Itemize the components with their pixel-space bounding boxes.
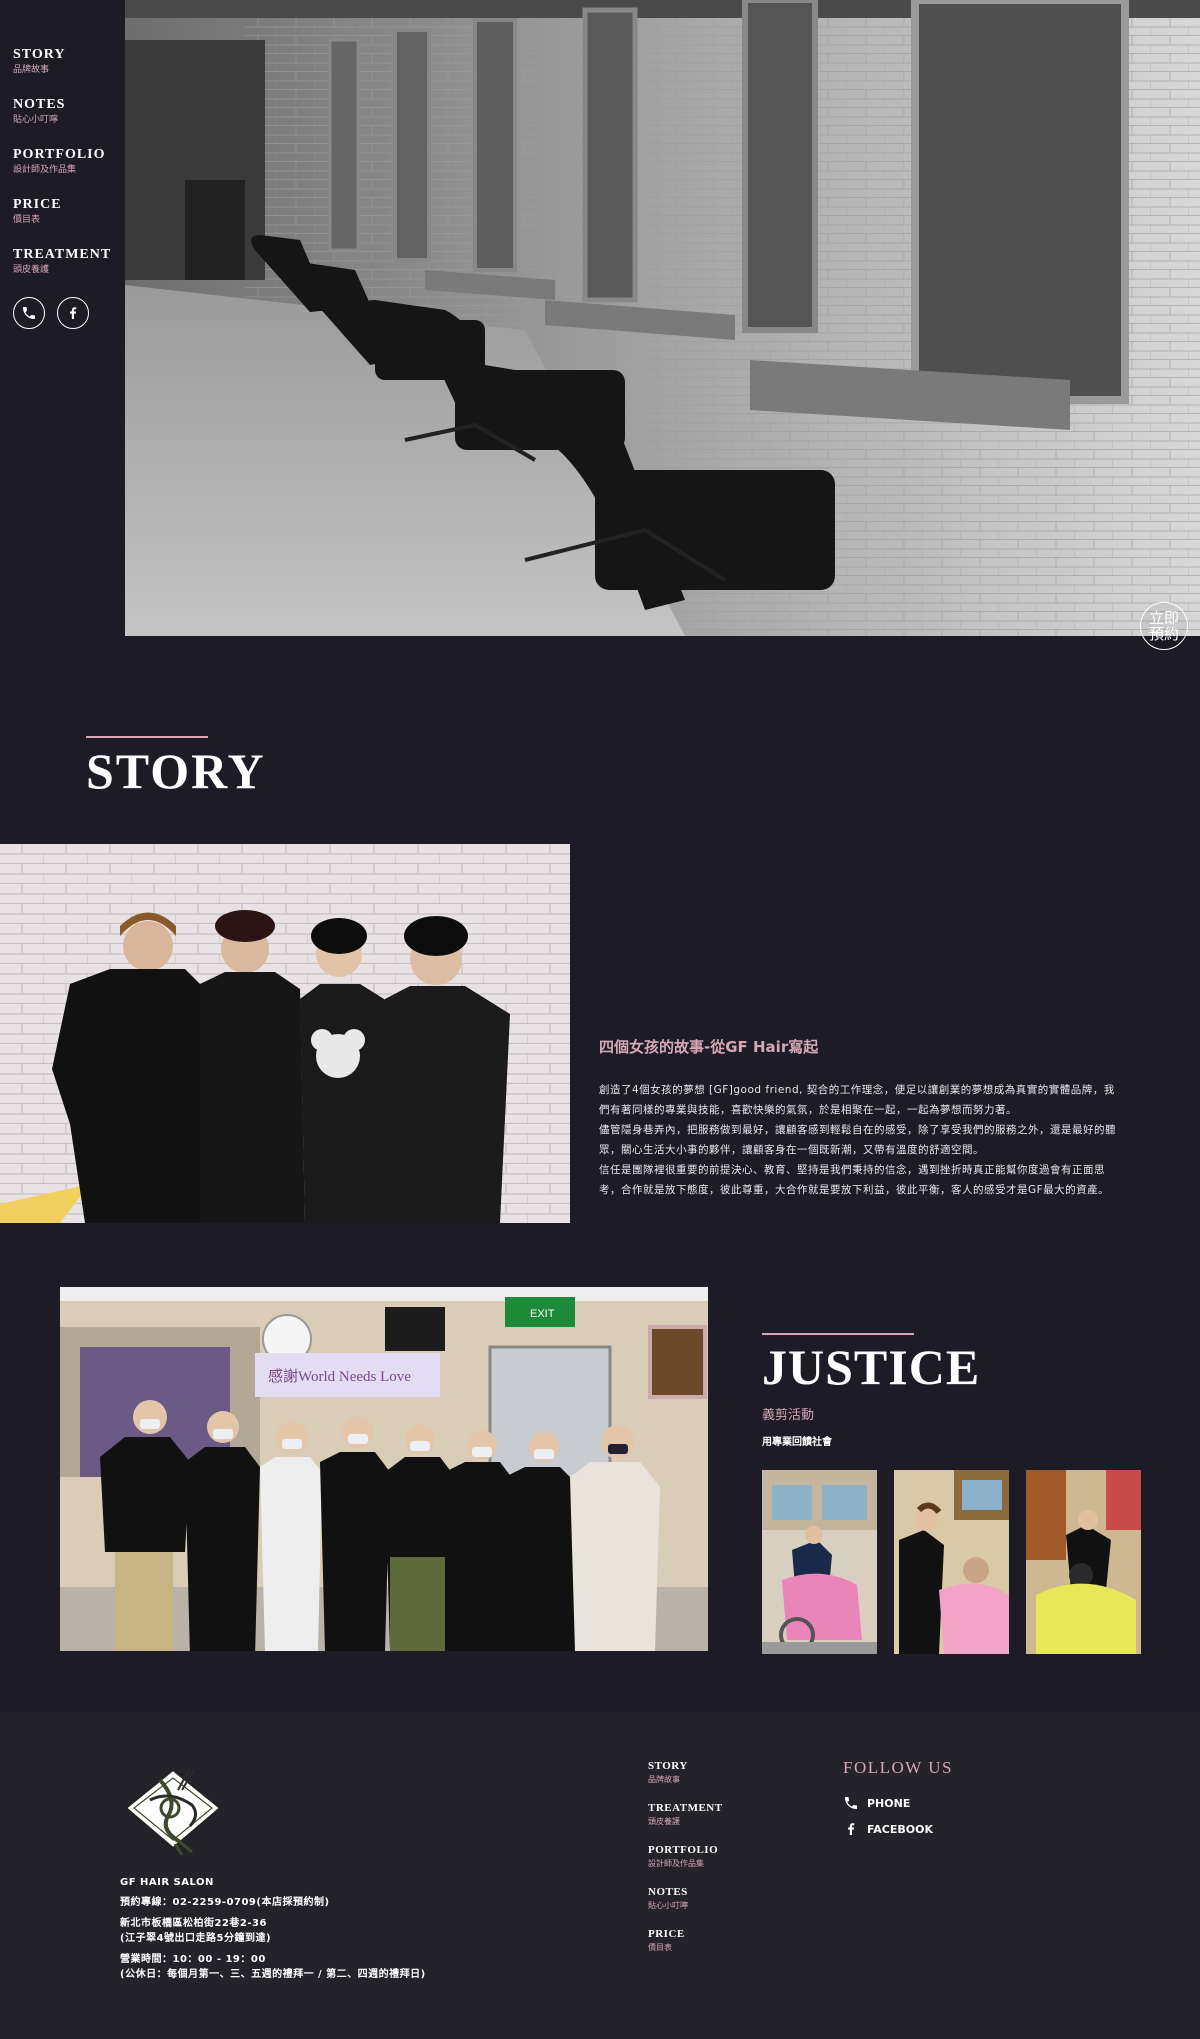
sidebar-item-treatment[interactable]: TREATMENT 頭皮養護: [13, 247, 125, 276]
footer-nav-story[interactable]: STORY 品牌故事: [648, 1760, 723, 1785]
phone-icon: [845, 1797, 857, 1809]
banner-text: 感謝World Needs Love: [268, 1368, 411, 1385]
reserve-label-line2: 預約: [1148, 625, 1179, 643]
story-team-photo: [0, 844, 570, 1223]
footer-nav-notes[interactable]: NOTES 貼心小叮嚀: [648, 1886, 723, 1911]
follow-us-heading: FOLLOW US: [843, 1758, 953, 1777]
sidebar-item-label: STORY: [13, 47, 66, 62]
footer-nav-label: PRICE: [648, 1928, 685, 1940]
sidebar-item-price[interactable]: PRICE 價目表: [13, 197, 125, 226]
justice-tagline: 用專業回饋社會: [762, 1437, 832, 1448]
reserve-label-line1: 立即: [1148, 609, 1179, 627]
footer-salon-name: GF HAIR SALON: [120, 1877, 214, 1888]
footer-nav-portfolio[interactable]: PORTFOLIO 設計師及作品集: [648, 1844, 723, 1869]
phone-icon: [23, 307, 35, 319]
footer-facebook-link[interactable]: FACEBOOK: [843, 1821, 933, 1837]
footer-nav-sublabel: 頭皮養護: [648, 1817, 680, 1826]
facebook-icon: [848, 1823, 855, 1835]
footer-nav-label: NOTES: [648, 1886, 688, 1898]
facebook-icon: [70, 307, 77, 319]
sidebar-item-portfolio[interactable]: PORTFOLIO 設計師及作品集: [13, 147, 125, 176]
sidebar-item-label: PORTFOLIO: [13, 147, 106, 162]
footer-phone-link[interactable]: PHONE: [843, 1795, 910, 1811]
justice-subtitle: 義剪活動: [762, 1408, 815, 1423]
sidebar-item-sublabel: 貼心小叮嚀: [13, 115, 59, 125]
story-heading: STORY: [86, 743, 266, 799]
sidebar-item-sublabel: 品牌故事: [13, 65, 50, 75]
story-paragraph: 創造了4個女孩的夢想 [GF]good friend, 契合的工作理念，便足以讓…: [599, 1084, 1115, 1116]
footer-phone-label: PHONE: [867, 1796, 911, 1810]
footer-nav-label: STORY: [648, 1760, 688, 1772]
justice-thumbnail-3[interactable]: [1026, 1470, 1141, 1654]
story-paragraph: 信任是團隊裡很重要的前提決心、教育、堅持是我們秉持的信念，遇到挫折時真正能幫你度…: [599, 1164, 1110, 1196]
reserve-now-button[interactable]: 立即 預約: [1140, 602, 1188, 650]
phone-button[interactable]: [13, 297, 45, 329]
footer-address-line2: (江子翠4號出口走路5分鐘到達): [120, 1933, 272, 1944]
sidebar-nav: STORY 品牌故事 NOTES 貼心小叮嚀 PORTFOLIO 設計師及作品集…: [0, 0, 125, 636]
footer-hours-line2: (公休日：每個月第一、三、五週的禮拜一 / 第二、四週的禮拜日): [120, 1969, 426, 1980]
footer-nav-sublabel: 價目表: [648, 1943, 672, 1952]
gf-hair-logo[interactable]: [120, 1760, 226, 1856]
sidebar-item-label: PRICE: [13, 197, 62, 212]
facebook-button[interactable]: [57, 297, 89, 329]
footer-nav-sublabel: 品牌故事: [648, 1775, 680, 1784]
sidebar-item-label: NOTES: [13, 97, 66, 112]
sidebar-item-sublabel: 價目表: [13, 215, 41, 225]
justice-thumbnail-1[interactable]: [762, 1470, 877, 1654]
sidebar-item-notes[interactable]: NOTES 貼心小叮嚀: [13, 97, 125, 126]
footer-hours-line1: 營業時間：10：00 - 19：00: [120, 1954, 266, 1965]
footer-nav: STORY 品牌故事 TREATMENT 頭皮養護 PORTFOLIO 設計師及…: [648, 1760, 723, 1970]
footer-nav-sublabel: 設計師及作品集: [648, 1859, 704, 1868]
footer-facebook-label: FACEBOOK: [867, 1822, 933, 1836]
exit-sign: EXIT: [530, 1308, 555, 1320]
hero-illustration: [125, 0, 1200, 636]
story-accent-line: [86, 736, 208, 738]
footer-nav-sublabel: 貼心小叮嚀: [648, 1901, 688, 1910]
social-links: [13, 297, 125, 329]
story-paragraph: 儘管隱身巷弄內，把服務做到最好，讓顧客感到輕鬆自在的感受，除了享受我們的服務之外…: [599, 1124, 1116, 1156]
footer-nav-label: PORTFOLIO: [648, 1844, 719, 1856]
justice-accent-line: [762, 1333, 914, 1335]
sidebar-item-sublabel: 設計師及作品集: [13, 165, 77, 175]
footer-nav-treatment[interactable]: TREATMENT 頭皮養護: [648, 1802, 723, 1827]
footer-phone-line[interactable]: 預約專線：02-2259-0709(本店採預約制): [120, 1895, 330, 1910]
footer-nav-price[interactable]: PRICE 價目表: [648, 1928, 723, 1953]
footer-nav-label: TREATMENT: [648, 1802, 723, 1814]
sidebar-item-story[interactable]: STORY 品牌故事: [13, 47, 125, 76]
story-body-text: 創造了4個女孩的夢想 [GF]good friend, 契合的工作理念，便足以讓…: [599, 1080, 1119, 1200]
sidebar-item-label: TREATMENT: [13, 247, 112, 262]
story-subtitle: 四個女孩的故事-從GF Hair寫起: [599, 1038, 819, 1056]
justice-heading: JUSTICE: [762, 1339, 981, 1395]
justice-group-photo: EXIT 感謝World Needs Love: [60, 1287, 708, 1651]
hero-image-salon-interior: [125, 0, 1200, 636]
footer-address-line1: 新北市板橋區松柏街22巷2-36: [120, 1918, 267, 1929]
justice-thumbnail-2[interactable]: [894, 1470, 1009, 1654]
sidebar-item-sublabel: 頭皮養護: [13, 265, 50, 275]
